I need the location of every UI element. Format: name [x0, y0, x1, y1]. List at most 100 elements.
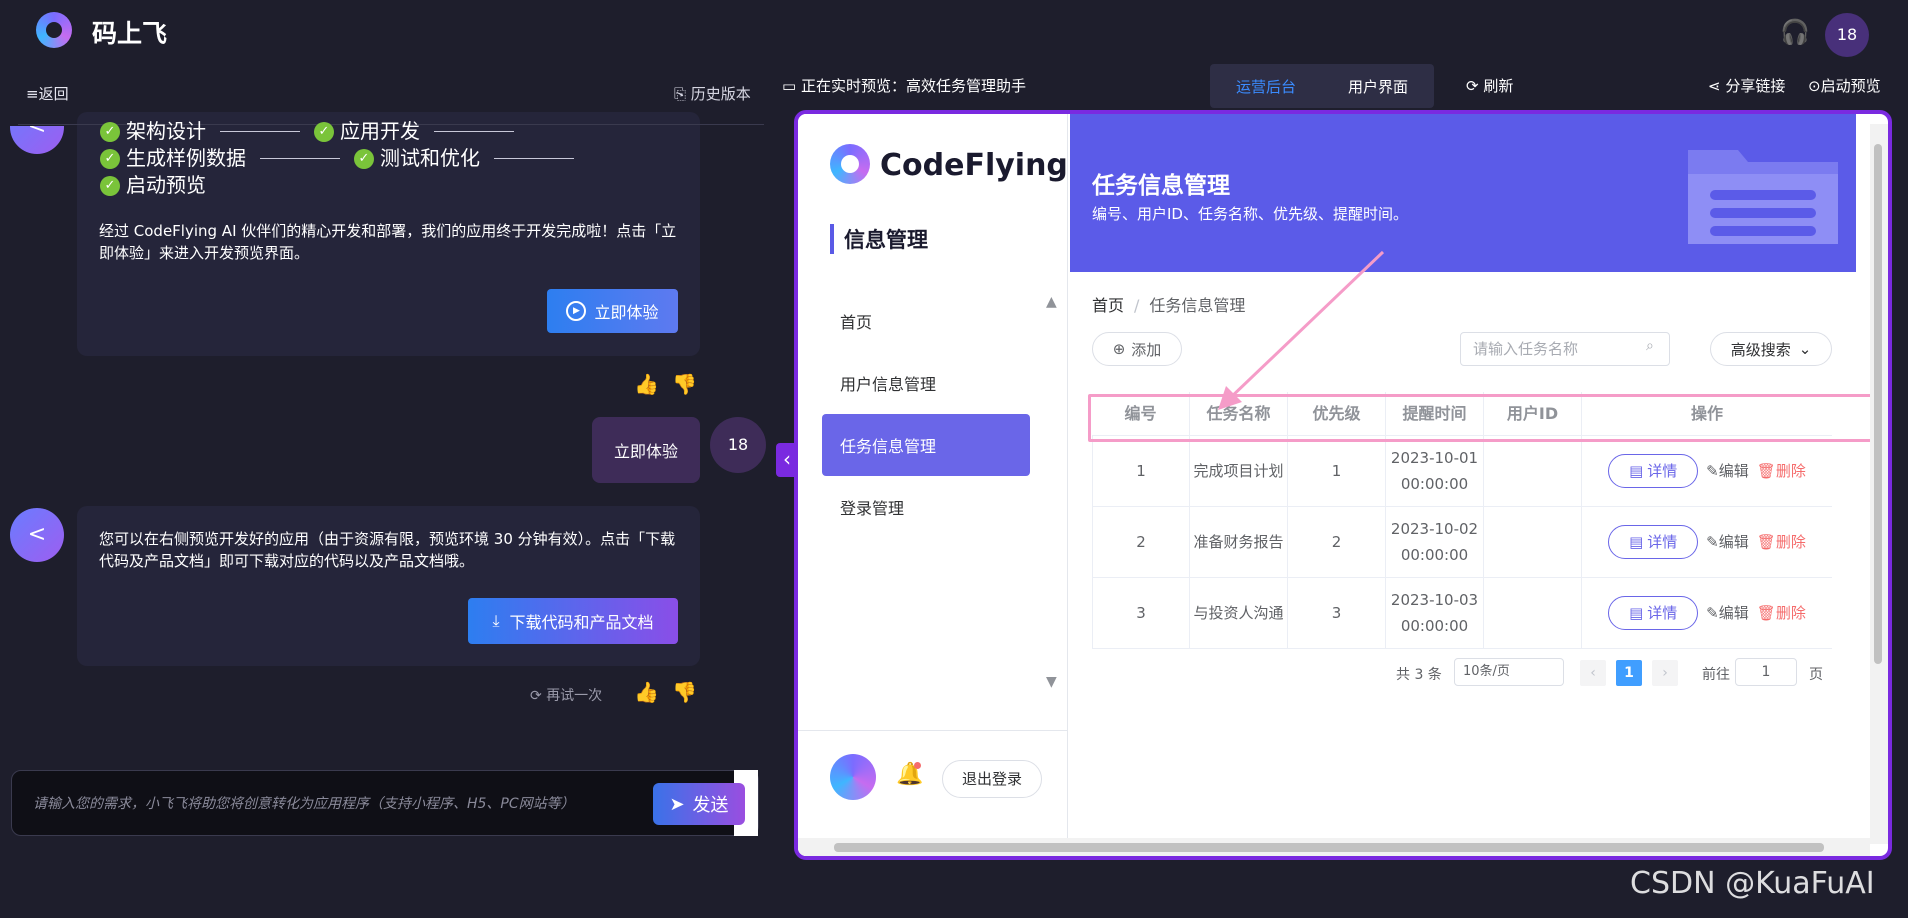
- progress-steps: ✓ 架构设计 ✓ 应用开发 ✓ 生成样例数据 ✓ 测试和优化 ✓ 启动预览: [100, 118, 582, 199]
- advanced-search-button[interactable]: 高级搜索 ⌄: [1710, 332, 1832, 366]
- pagination-total: 共 3 条: [1396, 667, 1442, 683]
- edit-label: 编辑: [1718, 462, 1749, 480]
- history-version-button[interactable]: ⎘ 历史版本: [674, 83, 751, 104]
- nav-item-task-info[interactable]: 任务信息管理: [822, 414, 1030, 476]
- detail-label: 详情: [1647, 604, 1678, 622]
- header-highlight-box: [1088, 394, 1876, 442]
- step-label: 应用开发: [340, 119, 420, 143]
- cell-user-id: [1484, 578, 1582, 648]
- edit-icon: ✎: [1706, 462, 1719, 480]
- edit-button[interactable]: ✎编辑: [1706, 458, 1749, 484]
- completion-message: 经过 CodeFlying AI 伙伴们的精心开发和部署，我们的应用终于开发完成…: [99, 222, 677, 262]
- next-page-button[interactable]: ›: [1652, 660, 1678, 686]
- notification-dot: [914, 762, 921, 769]
- nav-item-home[interactable]: 首页: [822, 290, 1030, 352]
- cell-priority: 1: [1288, 436, 1386, 506]
- headset-icon[interactable]: 🎧: [1779, 16, 1811, 48]
- table-row: 3 与投资人沟通 3 2023-10-03 00:00:00 ▤ 详情 ✎编辑 🗑…: [1092, 578, 1832, 649]
- step-row: ✓ 启动预览: [100, 172, 582, 199]
- launch-preview-button[interactable]: ⊙启动预览: [1808, 75, 1881, 96]
- check-icon: ✓: [100, 121, 120, 142]
- app-sidebar: CodeFlying 信息管理 ▲ 首页 用户信息管理 任务信息管理 登录管理 …: [798, 114, 1068, 856]
- bot-avatar: <: [10, 508, 64, 562]
- breadcrumb-home[interactable]: 首页: [1092, 296, 1124, 315]
- add-button[interactable]: ⊕ 添加: [1092, 332, 1182, 366]
- cell-id: 3: [1092, 578, 1190, 648]
- step-label: 架构设计: [126, 119, 206, 143]
- refresh-button[interactable]: ⟳ 刷新: [1466, 75, 1513, 96]
- breadcrumb-current: 任务信息管理: [1149, 296, 1246, 315]
- cell-priority: 2: [1288, 507, 1386, 577]
- send-button[interactable]: ➤ 发送: [653, 783, 745, 825]
- cell-reminder-time: 2023-10-01 00:00:00: [1386, 436, 1484, 506]
- nav-item-user-info[interactable]: 用户信息管理: [822, 352, 1030, 414]
- page-subtitle: 编号、用户ID、任务名称、优先级、提醒时间。: [1092, 205, 1408, 223]
- prev-page-button[interactable]: ‹: [1580, 660, 1606, 686]
- thumbs-up-icon[interactable]: 👍: [634, 680, 659, 704]
- current-page-button[interactable]: 1: [1616, 660, 1642, 686]
- edit-button[interactable]: ✎编辑: [1706, 600, 1749, 626]
- table-row: 2 准备财务报告 2 2023-10-02 00:00:00 ▤ 详情 ✎编辑 🗑…: [1092, 507, 1832, 578]
- cell-id: 1: [1092, 436, 1190, 506]
- preview-status-label: 正在实时预览：高效任务管理助手: [800, 77, 1026, 95]
- cell-id: 2: [1092, 507, 1190, 577]
- download-code-button[interactable]: ⤓ 下载代码和产品文档: [468, 598, 678, 644]
- delete-label: 删除: [1775, 533, 1806, 551]
- detail-button[interactable]: ▤ 详情: [1608, 454, 1699, 488]
- document-icon: ▤: [1629, 604, 1644, 622]
- app-user-avatar[interactable]: [830, 754, 876, 800]
- cell-user-id: [1484, 436, 1582, 506]
- retry-button[interactable]: ⟳ 再试一次: [530, 685, 602, 705]
- step-row: ✓ 生成样例数据 ✓ 测试和优化: [100, 145, 582, 172]
- nav-scroll-up-icon[interactable]: ▲: [1046, 294, 1057, 310]
- cell-actions: ▤ 详情 ✎编辑 🗑删除: [1582, 507, 1832, 577]
- history-label: 历史版本: [690, 85, 751, 103]
- detail-button[interactable]: ▤ 详情: [1608, 525, 1699, 559]
- brand-name: CodeFlying: [880, 148, 1068, 183]
- search-icon[interactable]: ⌕: [1646, 338, 1654, 354]
- user-message-bubble: 立即体验: [592, 417, 700, 483]
- detail-button[interactable]: ▤ 详情: [1608, 596, 1699, 630]
- step-label: 生成样例数据: [126, 146, 246, 170]
- delete-button[interactable]: 🗑删除: [1757, 529, 1806, 555]
- refresh-icon: ⟳: [530, 688, 547, 704]
- tab-admin[interactable]: 运营后台: [1236, 76, 1296, 97]
- step-label: 测试和优化: [380, 146, 480, 170]
- check-icon: ✓: [100, 148, 120, 169]
- nav-scroll-down-icon[interactable]: ▼: [1046, 674, 1057, 690]
- thumbs-up-icon[interactable]: 👍: [634, 372, 659, 396]
- chat-input-placeholder: 请输入您的需求，小飞飞将助您将创意转化为应用程序（支持小程序、H5、PC网站等）: [33, 796, 575, 812]
- step-row: ✓ 架构设计 ✓ 应用开发: [100, 118, 582, 145]
- download-message: 您可以在右侧预览开发好的应用（由于资源有限，预览环境 30 分钟有效）。点击「下…: [99, 530, 676, 570]
- send-icon: ➤: [669, 793, 685, 815]
- step-connector: [494, 158, 574, 159]
- play-icon: ⊙: [1808, 77, 1821, 95]
- step-label: 启动预览: [126, 173, 206, 197]
- share-link-button[interactable]: ⋖ 分享链接: [1708, 75, 1785, 96]
- cell-user-id: [1484, 507, 1582, 577]
- trash-icon: 🗑: [1756, 462, 1776, 480]
- preview-icon: ▭: [782, 77, 801, 95]
- vertical-scroll-thumb[interactable]: [1874, 144, 1882, 664]
- horizontal-scroll-thumb[interactable]: [834, 843, 1824, 852]
- folder-icon: [1688, 150, 1838, 244]
- edit-button[interactable]: ✎编辑: [1706, 529, 1749, 555]
- delete-label: 删除: [1775, 462, 1806, 480]
- delete-button[interactable]: 🗑删除: [1757, 458, 1806, 484]
- retry-label: 再试一次: [546, 688, 603, 704]
- logout-button[interactable]: 退出登录: [942, 760, 1042, 798]
- back-button[interactable]: ≡返回: [26, 83, 69, 104]
- goto-page-input[interactable]: 1: [1735, 658, 1797, 686]
- task-name-search-input[interactable]: 请输入任务名称: [1460, 332, 1670, 366]
- edit-icon: ✎: [1706, 533, 1719, 551]
- share-label: 分享链接: [1725, 77, 1786, 95]
- nav-item-login[interactable]: 登录管理: [822, 476, 1030, 538]
- user-avatar[interactable]: 18: [1825, 13, 1869, 57]
- delete-button[interactable]: 🗑删除: [1757, 600, 1806, 626]
- watermark: CSDN @KuaFuAI: [1630, 866, 1875, 901]
- page-size-select[interactable]: 10条/页: [1454, 658, 1564, 686]
- thumbs-down-icon[interactable]: 👎: [672, 372, 697, 396]
- tab-user-ui[interactable]: 用户界面: [1348, 76, 1408, 97]
- try-now-button[interactable]: ▶ 立即体验: [547, 289, 678, 333]
- thumbs-down-icon[interactable]: 👎: [672, 680, 697, 704]
